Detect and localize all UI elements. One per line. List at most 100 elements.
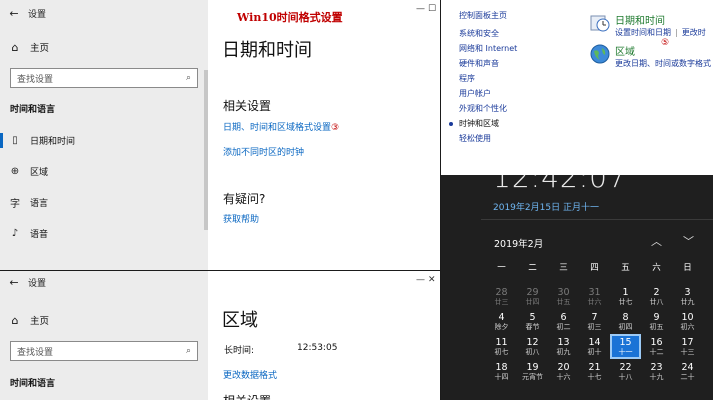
control-panel-nav-item[interactable]: 用户帐户 [459, 88, 517, 103]
language-icon: 字 [10, 199, 20, 210]
sidebar-item-2[interactable]: 字语言 [0, 187, 208, 218]
home-icon: ⌂ [11, 40, 19, 54]
clock-date[interactable]: 2019年2月15日 正月十一 [493, 200, 599, 213]
separator: | [675, 28, 678, 37]
control-panel-nav-item[interactable]: 外观和个性化 [459, 103, 517, 118]
region-titlebar: ← 设置 [0, 271, 208, 293]
long-time-label: 长时间: [224, 346, 255, 356]
category-date-time-links: 设置时间和日期 | 更改时 [615, 27, 706, 38]
search-input[interactable]: 查找设置 ⌕ [10, 68, 198, 88]
calendar-day[interactable]: 24 二十 [672, 359, 703, 384]
sidebar-item-1[interactable]: ⊕ 区域 [0, 156, 208, 187]
search-placeholder: 查找设置 [17, 74, 54, 85]
calendar-day[interactable]: 3 廿九 [672, 284, 703, 309]
calendar-day[interactable]: 20 十六 [548, 359, 579, 384]
calendar-day[interactable]: 14 初十 [579, 334, 610, 359]
calendar-day[interactable]: 8 初四 [610, 309, 641, 334]
calendar-day-lunar: 十八 [618, 372, 633, 381]
related-settings-heading: 相关设置 [223, 99, 272, 113]
calendar-day-number: 10 [681, 311, 694, 323]
calendar-day[interactable]: 4 除夕 [486, 309, 517, 334]
calendar-day[interactable]: 9 初五 [641, 309, 672, 334]
calendar-day[interactable]: 16 十二 [641, 334, 672, 359]
home-icon: ⌂ [11, 313, 19, 327]
change-timezone-link[interactable]: 更改时 [682, 28, 706, 37]
calendar-day-today[interactable]: 15 十一 [610, 334, 641, 359]
calendar-day[interactable]: 22 十八 [610, 359, 641, 384]
set-date-time-link[interactable]: 设置时间和日期 [615, 28, 671, 37]
add-clocks-link[interactable]: 添加不同时区的时钟 [223, 145, 304, 158]
search-icon: ⌕ [185, 73, 191, 83]
calendar-day[interactable]: 6 初二 [548, 309, 579, 334]
back-arrow-icon[interactable]: ← [0, 7, 28, 20]
calendar-day[interactable]: 21 十七 [579, 359, 610, 384]
window-title: 设置 [28, 9, 47, 20]
calendar-day-lunar: 初六 [680, 322, 695, 331]
calendar-day[interactable]: 2 廿八 [641, 284, 672, 309]
calendar-month-label[interactable]: 2019年2月 [494, 236, 543, 250]
calendar-day[interactable]: 30 廿五 [548, 284, 579, 309]
maximize-icon[interactable]: ☐ [428, 4, 436, 14]
calendar-day-number: 29 [526, 286, 539, 298]
sidebar-item-0[interactable]: ▯ 日期和时间 [0, 125, 208, 156]
question-heading: 有疑问? [223, 192, 266, 206]
settings-nav-pane: ← 设置 ⌂ 主页 查找设置 ⌕ 时间和语言 ▯ 日期和时间 ⊕ 区域字语言 ♪ 语音 [0, 0, 208, 270]
calendar-day[interactable]: 29 廿四 [517, 284, 548, 309]
control-panel-nav-item[interactable]: 硬件和声音 [459, 58, 517, 73]
control-panel-nav-item[interactable]: 轻松使用 [459, 133, 517, 148]
calendar-day-number: 7 [591, 311, 598, 323]
calendar-day[interactable]: 1 廿七 [610, 284, 641, 309]
calendar-day[interactable]: 28 廿三 [486, 284, 517, 309]
weekday-header: 二 [528, 263, 537, 273]
category-region-title[interactable]: 区域 [615, 43, 711, 58]
control-panel-home-link[interactable]: 控制面板主页 [459, 10, 507, 21]
calendar-day-lunar: 十三 [680, 347, 695, 356]
calendar-day[interactable]: 5 春节 [517, 309, 548, 334]
calendar-day-lunar: 初十 [587, 347, 602, 356]
chevron-up-icon[interactable]: ︿ [651, 233, 662, 249]
region-page-title: 区域 [222, 310, 258, 331]
region-nav-home[interactable]: ⌂ 主页 [0, 307, 208, 333]
chevron-down-icon[interactable]: ﹀ [683, 233, 694, 249]
control-panel-nav-item[interactable]: 程序 [459, 73, 517, 88]
sidebar-item-3[interactable]: ♪ 语音 [0, 218, 208, 249]
calendar-day[interactable]: 11 初七 [486, 334, 517, 359]
minimize-icon[interactable]: — [416, 275, 425, 285]
globe-icon [590, 44, 610, 64]
control-panel-nav-item[interactable]: 网络和 Internet [459, 43, 517, 58]
sidebar-item-label: 语音 [30, 230, 49, 240]
calendar-day[interactable]: 23 十九 [641, 359, 672, 384]
sidebar-item-label: 语言 [30, 199, 49, 209]
close-icon[interactable]: ✕ [428, 275, 436, 285]
calendar-day-number: 15 [619, 336, 632, 348]
region-format-link[interactable]: 日期、时间和区域格式设置③ [223, 120, 339, 133]
calendar-day-number: 6 [560, 311, 567, 323]
calendar-day[interactable]: 12 初八 [517, 334, 548, 359]
clock-calendar-flyout: 12:42:07 2019年2月15日 正月十一 2019年2月 ︿ ﹀ 一 二 三… [441, 175, 713, 400]
region-nav-home-label: 主页 [30, 316, 50, 327]
category-date-time-title[interactable]: 日期和时间 [615, 12, 706, 27]
calendar-day[interactable]: 19 元宵节 [517, 359, 548, 384]
region-search-input[interactable]: 查找设置 ⌕ [10, 341, 198, 361]
region-nav-section-title: 时间和语言 [10, 379, 56, 389]
nav-home[interactable]: ⌂ 主页 [0, 34, 208, 60]
calendar-day[interactable]: 17 十三 [672, 334, 703, 359]
titlebar: ← 设置 [0, 0, 208, 26]
calendar-day-number: 21 [588, 361, 601, 373]
get-help-link[interactable]: 获取帮助 [223, 212, 259, 225]
control-panel-nav-item[interactable]: 时钟和区域 [448, 118, 517, 133]
change-format-link[interactable]: 更改日期、时间或数字格式 [615, 58, 711, 69]
calendar-day[interactable]: 7 初三 [579, 309, 610, 334]
calendar-day-number: 13 [557, 336, 570, 348]
minimize-icon[interactable]: — [416, 4, 425, 14]
change-data-format-link[interactable]: 更改数据格式 [223, 368, 277, 381]
calendar-day-number: 19 [526, 361, 539, 373]
calendar-day-number: 8 [622, 311, 629, 323]
calendar-day[interactable]: 31 廿六 [579, 284, 610, 309]
calendar-day[interactable]: 18 十四 [486, 359, 517, 384]
region-window-title: 设置 [28, 278, 47, 289]
back-arrow-icon[interactable]: ← [0, 276, 28, 289]
calendar-day[interactable]: 13 初九 [548, 334, 579, 359]
control-panel-nav-item[interactable]: 系统和安全 [459, 28, 517, 43]
calendar-day[interactable]: 10 初六 [672, 309, 703, 334]
